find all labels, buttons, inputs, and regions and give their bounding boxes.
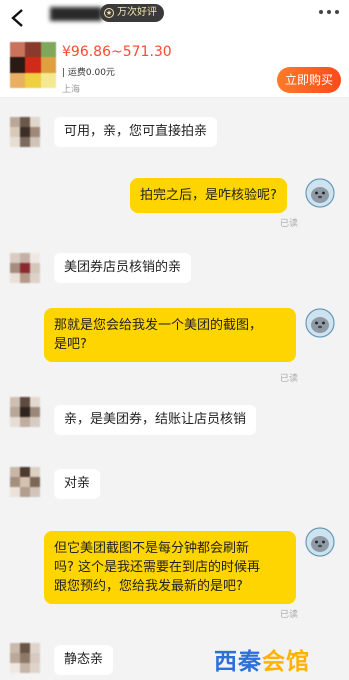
user-avatar[interactable]: [305, 527, 335, 557]
watermark-part2: 会馆: [262, 649, 310, 675]
message-line: 吗? 这个是我还需要在到店的时候再: [54, 560, 261, 575]
buy-now-button[interactable]: 立即购买: [277, 67, 341, 93]
seal-mascot-icon: [305, 527, 335, 557]
seller-name-blurred: [50, 7, 102, 21]
watermark-part1: 西秦: [214, 649, 262, 675]
rating-badge: ★ 万次好评: [100, 4, 164, 22]
seller-avatar[interactable]: [10, 643, 40, 673]
read-status: 已读: [280, 610, 299, 620]
seal-mascot-icon: [305, 178, 335, 208]
product-location: 上海: [62, 85, 81, 95]
message-bubble-buyer[interactable]: 拍完之后，是咋核验呢?: [130, 178, 287, 213]
seller-avatar[interactable]: [10, 467, 40, 497]
more-options-icon[interactable]: [319, 10, 339, 14]
message-bubble-seller[interactable]: 对亲: [54, 469, 101, 499]
product-card[interactable]: ¥96.86~571.30 | 运费0.00元 上海 立即购买: [0, 36, 349, 98]
message-line: 跟您预约，您给我发最新的是吧?: [54, 579, 243, 594]
watermark-logo: 西秦会馆: [214, 642, 310, 676]
user-avatar[interactable]: [305, 308, 335, 338]
product-thumbnail: [10, 42, 56, 88]
medal-icon: ★: [104, 8, 114, 18]
message-line: 那就是您会给我发一个美团的截图，: [54, 318, 263, 333]
message-bubble-seller[interactable]: 亲，是美团券，结账让店员核销: [54, 405, 257, 435]
seal-mascot-icon: [305, 308, 335, 338]
message-bubble-seller[interactable]: 静态亲: [54, 645, 114, 675]
rating-badge-label: 万次好评: [117, 7, 157, 18]
message-bubble-seller[interactable]: 美团券店员核销的亲: [54, 253, 192, 283]
seller-avatar[interactable]: [10, 117, 40, 147]
read-status: 已读: [280, 219, 299, 229]
seller-avatar[interactable]: [10, 397, 40, 427]
message-bubble-seller[interactable]: 可用，亲，您可直接拍亲: [54, 117, 218, 147]
top-bar: ★ 万次好评: [0, 0, 349, 36]
message-line: 但它美团截图不是每分钟都会刷新: [54, 541, 250, 556]
back-arrow-icon[interactable]: [10, 9, 26, 27]
message-line: 是吧?: [54, 337, 87, 352]
product-price: ¥96.86~571.30: [62, 44, 172, 60]
message-bubble-buyer[interactable]: 但它美团截图不是每分钟都会刷新 吗? 这个是我还需要在到店的时候再 跟您预约，您…: [44, 531, 296, 604]
read-status: 已读: [280, 374, 299, 384]
user-avatar[interactable]: [305, 178, 335, 208]
message-bubble-buyer[interactable]: 那就是您会给我发一个美团的截图， 是吧?: [44, 308, 296, 362]
seller-avatar[interactable]: [10, 253, 40, 283]
shipping-fee: | 运费0.00元: [62, 68, 115, 78]
